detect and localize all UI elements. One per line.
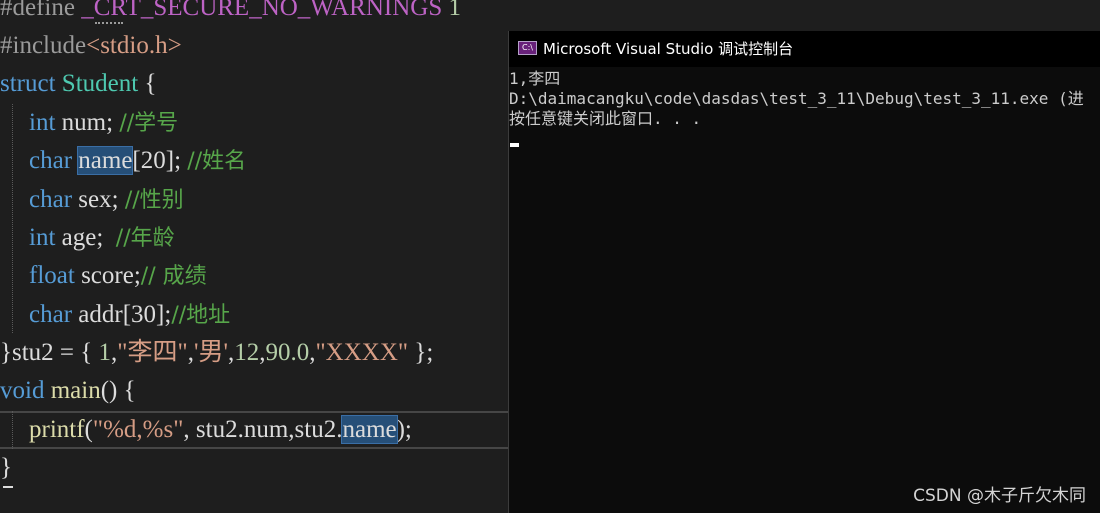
code-line-name[interactable]: char name[20]; //姓名 (0, 142, 246, 180)
console-titlebar[interactable]: C:\ Microsoft Visual Studio 调试控制台 (509, 31, 1100, 67)
keyword: int (29, 109, 56, 136)
comment: //性别 (124, 188, 184, 213)
code-line-sex[interactable]: char sex; //性别 (0, 181, 184, 219)
type-name: Student (61, 70, 139, 97)
keyword: int (29, 224, 56, 251)
code-text: () { (100, 377, 136, 404)
csdn-watermark: CSDN @木子斤欠木同 (913, 486, 1086, 506)
code-text: }stu2 = { (0, 339, 99, 366)
keyword: char (29, 301, 73, 328)
macro-value: 1 (442, 0, 462, 21)
code-text: }; (408, 339, 434, 366)
selected-identifier[interactable]: name (341, 415, 398, 444)
code-text: age; (55, 224, 116, 251)
function-name: main (50, 377, 101, 404)
code-line-age[interactable]: int age; //年龄 (0, 219, 175, 257)
code-line-addr[interactable]: char addr[30];//地址 (0, 296, 230, 334)
console-output: 1,李四 D:\daimacangku\code\dasdas\test_3_1… (509, 69, 1100, 129)
macro-name: _CRT_SECURE_NO_WARNINGS (81, 0, 443, 21)
code-text: sex; (72, 186, 125, 213)
code-text: } (0, 454, 12, 481)
keyword: char (29, 147, 79, 174)
comment: //地址 (171, 303, 231, 328)
code-line-score[interactable]: float score;// 成绩 (0, 257, 207, 295)
console-output-line: 按任意键关闭此窗口. . . (509, 109, 702, 128)
comment: // 成绩 (140, 264, 207, 289)
code-text: addr[30]; (72, 301, 172, 328)
code-line-main[interactable]: void main() { (0, 372, 136, 410)
preprocessor-directive: #define (0, 0, 82, 21)
code-line-define[interactable]: #define _CRT_SECURE_NO_WARNINGS 1 (0, 0, 461, 27)
keyword: struct (0, 70, 62, 97)
code-text: [20]; (132, 147, 188, 174)
debug-console-window[interactable]: C:\ Microsoft Visual Studio 调试控制台 1,李四 D… (508, 31, 1100, 513)
code-line-printf[interactable]: printf("%d,%s", stu2.num,stu2.name); (0, 411, 412, 449)
include-header: <stdio.h> (86, 32, 182, 59)
comment: //姓名 (187, 149, 247, 174)
code-line-num[interactable]: int num; //学号 (0, 104, 178, 142)
keyword: void (0, 377, 51, 404)
code-text: , stu2.num,stu2. (183, 416, 343, 443)
code-line-init[interactable]: }stu2 = { 1,"李四",'男',12,90.0,"XXXX" }; (0, 334, 433, 372)
console-app-icon: C:\ (518, 41, 537, 55)
code-text: { (138, 70, 157, 97)
number-literal: 1 (98, 339, 112, 366)
number-literal: 12 (234, 339, 260, 366)
squiggle-hint (95, 20, 123, 24)
code-text: ( (84, 416, 93, 443)
keyword: float (29, 262, 75, 289)
string-literal: "XXXX" (315, 339, 409, 366)
keyword: char (29, 186, 73, 213)
code-text: score; (74, 262, 141, 289)
string-literal: "%d,%s" (92, 416, 184, 443)
number-literal: 90.0 (265, 339, 310, 366)
char-literal: '男' (193, 339, 228, 366)
code-line-close[interactable]: } (0, 449, 12, 487)
preprocessor-directive: #include (0, 32, 87, 59)
code-line-struct[interactable]: struct Student { (0, 65, 156, 103)
brace-match-underline (3, 486, 13, 488)
comment: //学号 (119, 111, 179, 136)
console-output-line: 1,李四 (509, 69, 561, 88)
selected-identifier[interactable]: name (77, 146, 134, 175)
console-output-line: D:\daimacangku\code\dasdas\test_3_11\Deb… (509, 89, 1084, 108)
code-text: num; (55, 109, 120, 136)
console-title: Microsoft Visual Studio 调试控制台 (543, 40, 794, 58)
code-line-include[interactable]: #include<stdio.h> (0, 27, 182, 65)
code-text: ); (396, 416, 412, 443)
function-name: printf (29, 416, 85, 443)
console-cursor (510, 143, 519, 147)
comment: //年龄 (115, 226, 175, 251)
string-literal: "李四" (117, 339, 188, 366)
